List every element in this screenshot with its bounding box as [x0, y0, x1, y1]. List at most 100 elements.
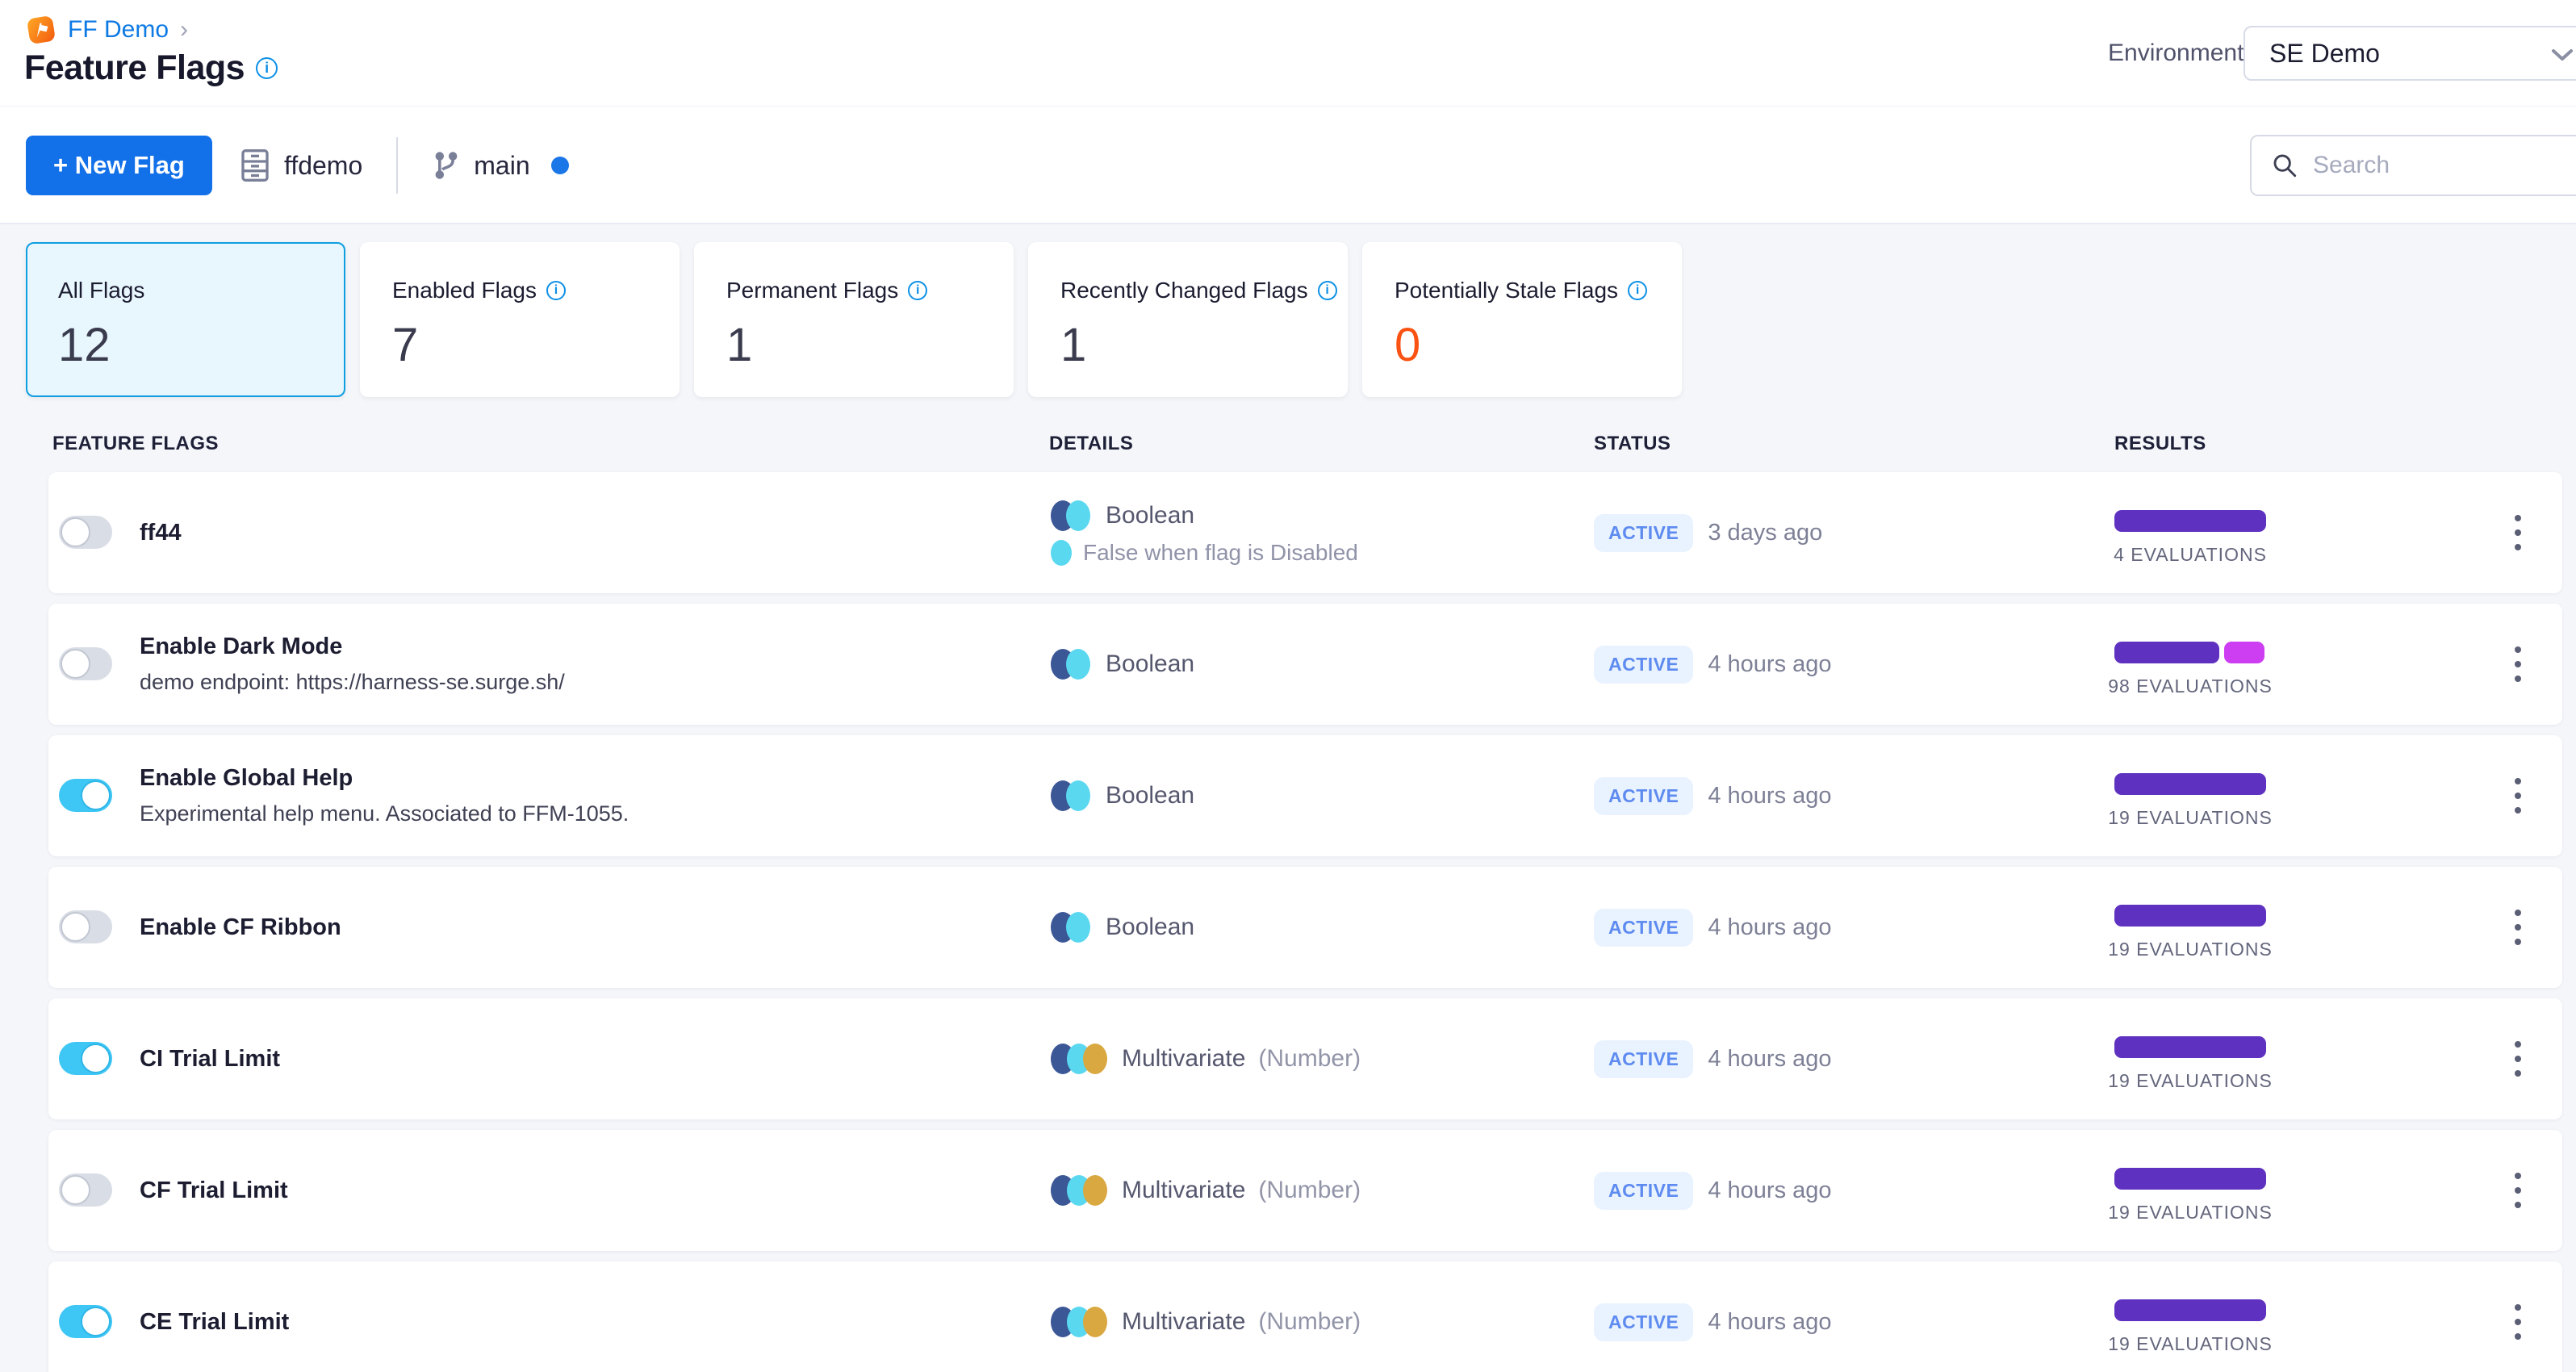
- flag-type-subtext: False when flag is Disabled: [1083, 540, 1358, 565]
- flag-row-ff44[interactable]: ff44 Boolean False when flag is Disabled…: [48, 472, 2562, 593]
- flag-name[interactable]: Enable Dark Mode: [140, 634, 565, 660]
- branch-status-dot: [550, 157, 569, 174]
- row-menu-button[interactable]: [2494, 735, 2542, 856]
- flag-row-cf-trial-limit[interactable]: CF Trial Limit Multivariate (Number) ACT…: [48, 1130, 2562, 1251]
- evaluations-bar: [2114, 1168, 2324, 1190]
- flag-details: Boolean: [1051, 735, 1194, 856]
- card-permanent-flags[interactable]: Permanent Flags i 1: [694, 242, 1014, 397]
- row-menu-button[interactable]: [2494, 604, 2542, 725]
- flag-row-enable-dark-mode[interactable]: Enable Dark Mode demo endpoint: https://…: [48, 604, 2562, 725]
- flag-status: ACTIVE 4 hours ago: [1594, 1130, 1832, 1251]
- evaluations-count: 19 EVALUATIONS: [2108, 1202, 2273, 1223]
- boolean-type-icon: [1051, 780, 1093, 812]
- card-label: All Flags: [58, 278, 145, 303]
- card-value: 1: [726, 319, 753, 371]
- row-menu-button[interactable]: [2494, 867, 2542, 988]
- breadcrumb-project-link[interactable]: FF Demo: [68, 16, 169, 44]
- last-updated: 4 hours ago: [1708, 1177, 1832, 1203]
- info-icon[interactable]: i: [1317, 281, 1337, 300]
- card-label: Recently Changed Flags: [1060, 278, 1308, 303]
- status-badge: ACTIVE: [1594, 513, 1694, 552]
- flag-details: Boolean: [1051, 867, 1194, 988]
- environment-value: SE Demo: [2269, 38, 2380, 68]
- boolean-type-icon: [1051, 648, 1093, 680]
- flag-type-note: (Number): [1258, 1045, 1361, 1072]
- info-icon[interactable]: i: [908, 281, 928, 300]
- flag-toggle[interactable]: [59, 516, 112, 549]
- flag-name[interactable]: ff44: [140, 520, 182, 546]
- flag-toggle[interactable]: [59, 1173, 112, 1207]
- row-menu-button[interactable]: [2494, 472, 2542, 593]
- last-updated: 3 days ago: [1708, 519, 1823, 546]
- kebab-icon: [2515, 910, 2521, 945]
- last-updated: 4 hours ago: [1708, 650, 1832, 677]
- card-all-flags[interactable]: All Flags 12: [26, 242, 345, 397]
- flag-name[interactable]: CI Trial Limit: [140, 1046, 280, 1073]
- summary-cards: All Flags 12 Enabled Flags i 7 Permanent …: [26, 242, 2576, 397]
- kebab-icon: [2515, 646, 2521, 682]
- flag-row-ce-trial-limit[interactable]: CE Trial Limit Multivariate (Number) ACT…: [48, 1261, 2562, 1372]
- card-label: Potentially Stale Flags: [1395, 278, 1619, 303]
- card-label: Permanent Flags: [726, 278, 899, 303]
- flag-type: Boolean: [1106, 502, 1195, 529]
- flag-type: Multivariate: [1122, 1308, 1246, 1335]
- col-header-feature-flags: FEATURE FLAGS: [52, 433, 220, 454]
- info-icon[interactable]: i: [546, 281, 567, 300]
- flag-results: 19 EVALUATIONS: [2108, 773, 2324, 829]
- card-value: 1: [1060, 319, 1087, 371]
- search-input[interactable]: [2313, 152, 2576, 179]
- title-info-icon[interactable]: i: [256, 57, 278, 79]
- flag-row-ci-trial-limit[interactable]: CI Trial Limit Multivariate (Number) ACT…: [48, 998, 2562, 1119]
- new-flag-button[interactable]: + New Flag: [26, 136, 212, 195]
- status-badge: ACTIVE: [1594, 1171, 1694, 1210]
- flag-results: 19 EVALUATIONS: [2108, 1299, 2324, 1355]
- card-label: Enabled Flags: [392, 278, 537, 303]
- flag-name[interactable]: Enable Global Help: [140, 765, 629, 792]
- multivariate-type-icon: [1051, 1306, 1109, 1338]
- flag-type: Boolean: [1106, 650, 1195, 677]
- flag-row-enable-global-help[interactable]: Enable Global Help Experimental help men…: [48, 735, 2562, 856]
- kebab-icon: [2515, 778, 2521, 814]
- card-potentially-stale-flags[interactable]: Potentially Stale Flags i 0: [1362, 242, 1682, 397]
- status-badge: ACTIVE: [1594, 1303, 1694, 1341]
- flag-toggle[interactable]: [59, 647, 112, 680]
- flag-name[interactable]: Enable CF Ribbon: [140, 914, 341, 941]
- card-enabled-flags[interactable]: Enabled Flags i 7: [360, 242, 680, 397]
- environment-label: Environment: [2108, 40, 2244, 66]
- toolbar: + New Flag ffdemo main: [0, 107, 2576, 224]
- search-box[interactable]: [2250, 135, 2576, 196]
- flag-row-enable-cf-ribbon[interactable]: Enable CF Ribbon Boolean ACTIVE 4 hours …: [48, 867, 2562, 988]
- flag-name[interactable]: CF Trial Limit: [140, 1177, 288, 1204]
- flag-status: ACTIVE 4 hours ago: [1594, 1261, 1832, 1372]
- info-icon[interactable]: i: [1628, 281, 1648, 300]
- card-value: 12: [58, 319, 111, 371]
- flag-toggle[interactable]: [59, 1305, 112, 1338]
- flag-type-note: (Number): [1258, 1308, 1361, 1335]
- flag-status: ACTIVE 4 hours ago: [1594, 998, 1832, 1119]
- flag-results: 98 EVALUATIONS: [2108, 642, 2324, 697]
- flag-status: ACTIVE 3 days ago: [1594, 472, 1822, 593]
- chevron-down-icon: [2552, 49, 2573, 61]
- flag-name[interactable]: CE Trial Limit: [140, 1309, 289, 1336]
- variation-dot-icon: [1051, 540, 1072, 566]
- flag-toggle[interactable]: [59, 779, 112, 812]
- evaluations-bar: [2114, 905, 2324, 927]
- row-menu-button[interactable]: [2494, 1130, 2542, 1251]
- environment-select[interactable]: SE Demo: [2244, 26, 2576, 81]
- row-menu-button[interactable]: [2494, 1261, 2542, 1372]
- flag-type: Multivariate: [1122, 1045, 1246, 1072]
- boolean-type-icon: [1051, 500, 1093, 532]
- multivariate-type-icon: [1051, 1043, 1109, 1075]
- flag-toggle[interactable]: [59, 910, 112, 943]
- row-menu-button[interactable]: [2494, 998, 2542, 1119]
- card-recently-changed-flags[interactable]: Recently Changed Flags i 1: [1028, 242, 1348, 397]
- flag-details: Multivariate (Number): [1051, 1130, 1361, 1251]
- flag-toggle[interactable]: [59, 1042, 112, 1075]
- evaluations-count: 19 EVALUATIONS: [2108, 807, 2273, 828]
- last-updated: 4 hours ago: [1708, 782, 1832, 809]
- boolean-type-icon: [1051, 911, 1093, 943]
- repo-name[interactable]: ffdemo: [284, 151, 362, 181]
- card-value: 0: [1395, 319, 1421, 371]
- branch-name[interactable]: main: [474, 151, 529, 181]
- evaluations-count: 4 EVALUATIONS: [2114, 544, 2267, 565]
